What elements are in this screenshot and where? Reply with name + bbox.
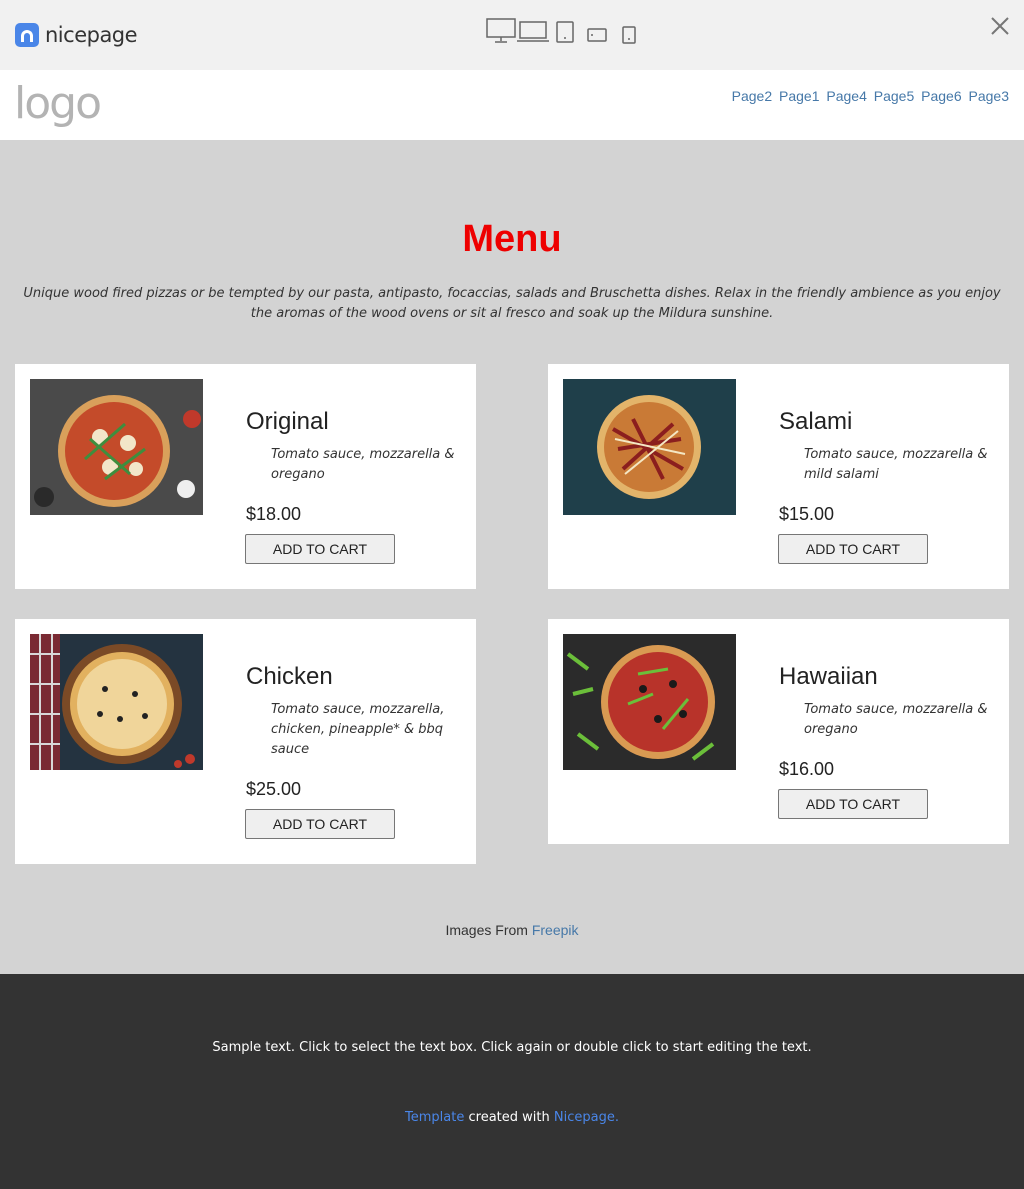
menu-card-original: Original Tomato sauce, mozzarella & oreg… [15,364,476,589]
image-credit: Images From Freepik [0,922,1024,938]
freepik-link[interactable]: Freepik [532,922,579,938]
item-price: $18.00 [246,504,302,524]
site-footer: Sample text. Click to select the text bo… [0,974,1024,1189]
item-description: Tomato sauce, mozzarella, chicken, pinea… [271,702,445,757]
menu-card-salami: Salami Tomato sauce, mozzarella & mild s… [548,364,1009,589]
menu-card-chicken: Chicken Tomato sauce, mozzarella, chicke… [15,619,476,864]
footer-credit: Template created with Nicepage. [0,1110,1024,1125]
template-link[interactable]: Template [405,1110,464,1125]
item-description: Tomato sauce, mozzarella & mild salami [804,447,988,482]
nav-link-page2[interactable]: Page2 [732,88,772,104]
item-price: $25.00 [246,779,302,799]
phone-icon[interactable] [622,26,636,44]
item-name: Hawaiian [779,663,878,690]
nav-link-page1[interactable]: Page1 [779,88,819,104]
item-description: Tomato sauce, mozzarella & oregano [271,447,455,482]
item-price: $15.00 [779,504,835,524]
footer-sample-text[interactable]: Sample text. Click to select the text bo… [0,1040,1024,1055]
add-to-cart-button[interactable]: ADD TO CART [778,534,928,564]
nav-link-page6[interactable]: Page6 [921,88,961,104]
item-name: Salami [779,408,853,435]
site-header: logo Page2 Page1 Page4 Page5 Page6 Page3 [0,70,1024,140]
item-price: $16.00 [779,759,835,779]
pizza-image [563,379,736,515]
created-with-text: created with [468,1110,550,1125]
close-icon[interactable] [988,14,1012,38]
menu-intro: Unique wood fired pizzas or be tempted b… [23,286,1001,321]
pizza-image [30,634,203,770]
item-name: Chicken [246,663,333,690]
brand[interactable]: nicepage [15,23,138,47]
add-to-cart-button[interactable]: ADD TO CART [245,809,395,839]
add-to-cart-button[interactable]: ADD TO CART [245,534,395,564]
tablet-landscape-icon[interactable] [587,28,607,42]
nav-link-page5[interactable]: Page5 [874,88,914,104]
nicepage-logo-icon [15,23,39,47]
desktop-icon[interactable] [486,18,516,44]
pizza-image [30,379,203,515]
nav-link-page3[interactable]: Page3 [969,88,1009,104]
site-nav: Page2 Page1 Page4 Page5 Page6 Page3 [729,88,1009,104]
laptop-icon[interactable] [517,21,549,43]
site-logo[interactable]: logo [14,78,102,129]
menu-card-hawaiian: Hawaiian Tomato sauce, mozzarella & oreg… [548,619,1009,844]
item-name: Original [246,408,329,435]
nicepage-link[interactable]: Nicepage. [554,1110,619,1125]
nav-link-page4[interactable]: Page4 [826,88,866,104]
item-description: Tomato sauce, mozzarella & oregano [804,702,988,737]
add-to-cart-button[interactable]: ADD TO CART [778,789,928,819]
editor-toolbar: nicepage [0,0,1024,70]
credit-text: Images From [445,922,528,938]
tablet-icon[interactable] [556,21,574,43]
pizza-image [563,634,736,770]
menu-title: Menu [462,218,562,260]
brand-name: nicepage [45,23,138,47]
